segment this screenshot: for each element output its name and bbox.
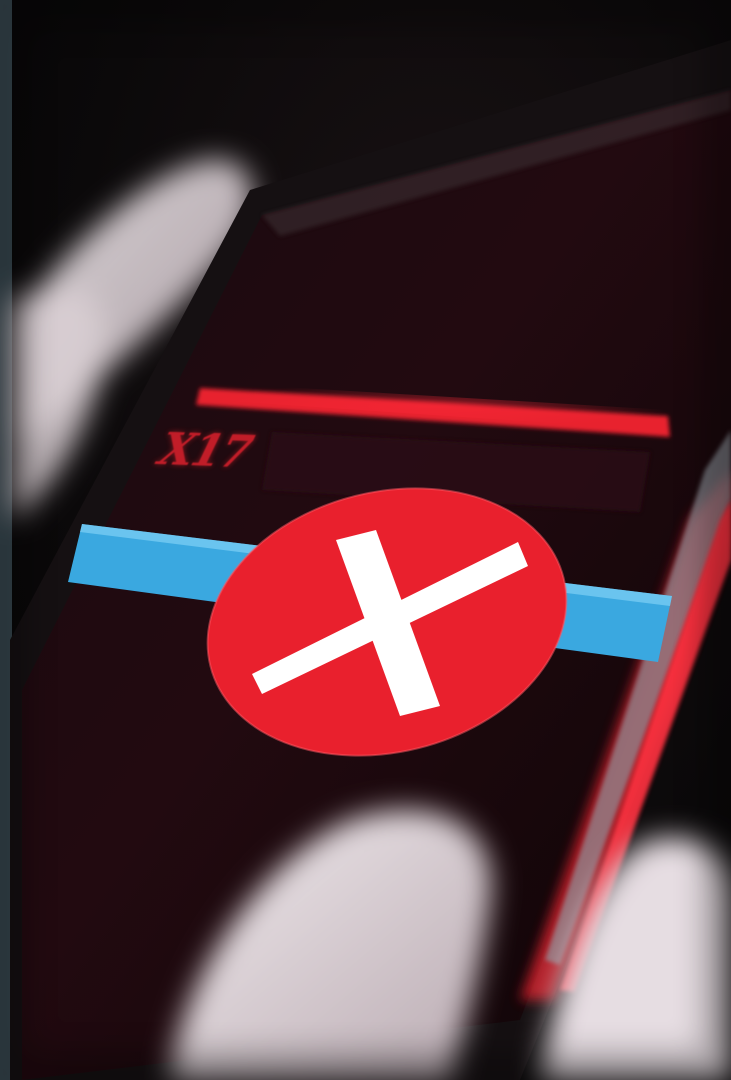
photo-scene: X17 [0,0,731,1080]
phone-photo [0,0,731,1080]
screen-label-text: X17 [153,424,257,479]
